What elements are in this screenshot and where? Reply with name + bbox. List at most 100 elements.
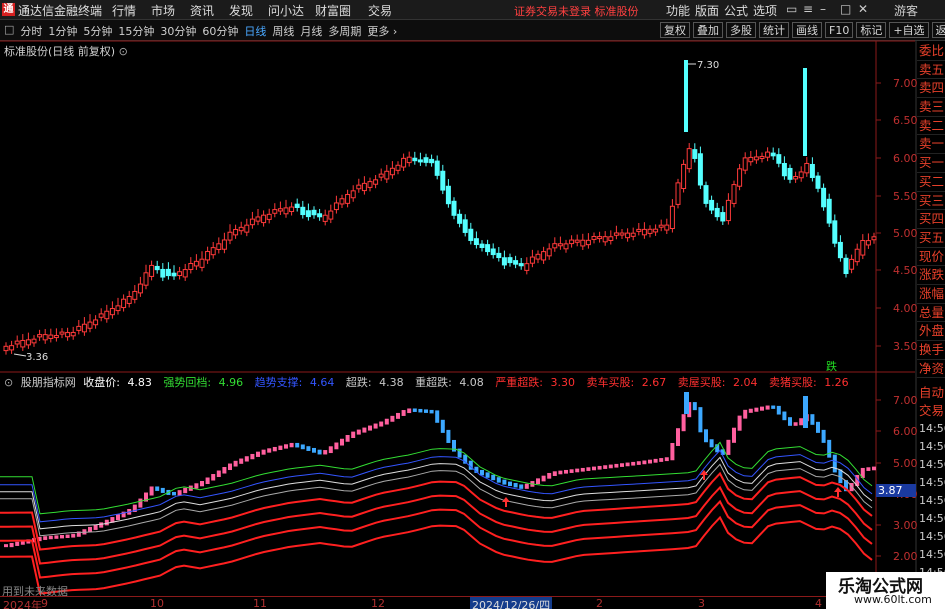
candle <box>182 269 188 278</box>
indicator-bar <box>244 456 249 462</box>
side-item[interactable]: 委比 <box>917 42 945 61</box>
candle <box>272 209 278 214</box>
indicator-bar <box>356 429 361 435</box>
legend-value: 2.04 <box>732 376 758 389</box>
candle <box>815 175 821 189</box>
legend-label: 强势回档: <box>163 376 212 389</box>
candle <box>720 212 726 222</box>
side-item[interactable]: 自动 <box>917 384 945 402</box>
indicator-bar <box>295 442 300 448</box>
indicator-bar <box>328 446 333 454</box>
legend-severe-oversold: 严重超跌: 3.30 <box>495 376 579 389</box>
indicator-bar <box>575 468 580 473</box>
candle <box>137 283 143 294</box>
legend-label: 卖猪买股: <box>768 376 817 389</box>
side-item[interactable]: 卖三 <box>917 98 945 117</box>
candle <box>367 181 373 188</box>
candle <box>70 331 76 337</box>
indicator-bar <box>424 409 428 413</box>
indicator-bar <box>760 406 764 411</box>
side-item[interactable]: 外盘 <box>917 322 945 341</box>
side-item[interactable]: 买一 <box>917 154 945 173</box>
y-tick-label: 5.00 <box>893 227 918 240</box>
indicator-bar <box>300 444 305 450</box>
indicator-bar <box>603 465 608 469</box>
side-item[interactable]: 现价 <box>917 248 945 267</box>
side-item: 14:56 <box>919 422 945 435</box>
candle <box>501 257 507 266</box>
side-item[interactable]: 净资 <box>917 360 945 379</box>
candle <box>42 334 48 341</box>
candle <box>725 199 731 222</box>
candle <box>535 253 541 260</box>
low-price-marker: 3.36 <box>26 352 48 363</box>
side-item[interactable]: 涨跌 <box>917 266 945 285</box>
date-label: 2024年 <box>3 599 42 609</box>
indicator-bar <box>256 451 260 457</box>
kline-chart[interactable]: 7.00 6.50 6.00 5.50 5.00 4.50 4.00 3.50 7.00 6.00… <box>0 0 945 609</box>
side-item[interactable]: 卖一 <box>917 135 945 155</box>
candle <box>574 239 580 243</box>
indicator-bar <box>564 469 568 474</box>
indicator-bar <box>642 460 647 465</box>
candle <box>109 308 115 316</box>
indicator-bar <box>177 490 182 496</box>
candle <box>65 332 71 338</box>
candle <box>507 257 513 264</box>
side-item[interactable]: 卖二 <box>917 117 945 136</box>
candle <box>669 205 675 230</box>
candle <box>602 236 608 243</box>
side-item[interactable]: 买五 <box>917 229 945 248</box>
indicator-bar <box>138 498 143 508</box>
side-item[interactable]: 买二 <box>917 173 945 192</box>
indicator-bar <box>592 466 596 471</box>
side-item[interactable]: 买三 <box>917 192 945 211</box>
side-item[interactable]: 卖四 <box>917 79 945 99</box>
candle <box>395 164 401 171</box>
candle <box>793 176 799 180</box>
candle <box>837 241 843 259</box>
indicator-bar <box>480 469 484 476</box>
candle <box>832 220 838 244</box>
date-label: 9 <box>41 597 48 609</box>
indicator-bar <box>261 449 266 455</box>
candle <box>804 162 810 174</box>
candle <box>625 232 631 239</box>
indicator-bar <box>608 464 613 469</box>
indicator-legend[interactable]: ⊙ 股朋指标网 收盘价: 4.83 强势回档: 4.96 趋势支撑: 4.64 … <box>4 374 857 390</box>
indicator-bar <box>200 481 204 487</box>
candle <box>641 228 647 236</box>
candle <box>266 213 272 220</box>
indicator-bar <box>172 491 176 496</box>
side-item[interactable]: 换手 <box>917 341 945 360</box>
candle <box>249 218 255 226</box>
candle <box>233 228 239 236</box>
candle <box>378 173 384 178</box>
indicator-bar <box>368 425 372 431</box>
candle <box>854 248 860 263</box>
legend-sell-house: 卖屋买股: 2.04 <box>678 376 762 389</box>
indicator-bar <box>284 444 288 449</box>
indicator-bar <box>373 423 378 429</box>
indicator-bar <box>312 447 316 453</box>
side-item[interactable]: 买四 <box>917 210 945 229</box>
indicator-bar <box>709 439 714 448</box>
settings-icon[interactable]: ⊙ <box>4 376 13 389</box>
candle <box>765 151 771 158</box>
indicator-bar <box>743 409 748 419</box>
candle <box>37 334 43 338</box>
indicator-bar <box>648 459 652 464</box>
legend-value: 4.96 <box>218 376 244 389</box>
indicator-bar <box>803 396 808 428</box>
indicator-bar <box>15 541 20 546</box>
candle <box>328 210 334 220</box>
side-item[interactable]: 涨幅 <box>917 285 945 304</box>
side-item[interactable]: 总量 <box>917 304 945 323</box>
candle <box>25 339 31 346</box>
candle <box>821 187 827 208</box>
indicator-bar <box>832 454 837 473</box>
legend-oversold: 超跌: 4.38 <box>346 376 408 389</box>
side-item[interactable]: 卖五 <box>917 61 945 80</box>
side-item[interactable]: 交易 <box>917 402 945 420</box>
indicator-bar <box>396 412 400 419</box>
